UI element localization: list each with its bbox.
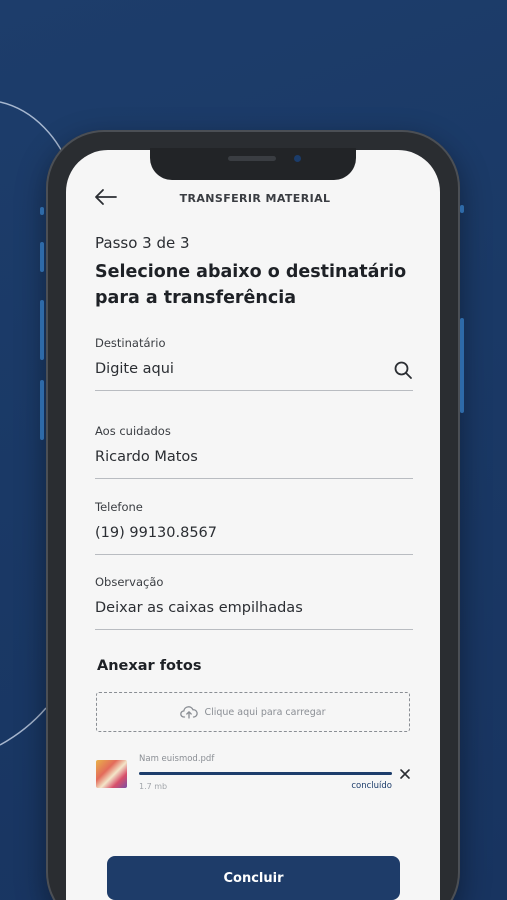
care-of-label: Aos cuidados	[95, 424, 171, 438]
field-underline	[95, 390, 413, 391]
attach-photos-title: Anexar fotos	[97, 658, 202, 674]
uploaded-file-item: Nam euismod.pdf 1.7 mb concluído	[96, 748, 416, 794]
phone-side-button	[460, 205, 464, 213]
notes-field[interactable]: Observação Deixar as caixas empilhadas	[95, 575, 413, 630]
field-underline	[95, 629, 413, 630]
phone-side-button	[40, 380, 44, 440]
phone-screen: TRANSFERIR MATERIAL Passo 3 de 3 Selecio…	[66, 150, 440, 900]
upload-status: concluído	[351, 781, 392, 791]
file-size: 1.7 mb	[139, 782, 168, 791]
file-name: Nam euismod.pdf	[139, 754, 215, 764]
recipient-field[interactable]: Destinatário Digite aqui	[95, 336, 413, 391]
close-icon	[400, 769, 410, 779]
phone-side-button	[40, 300, 44, 360]
phone-label: Telefone	[95, 500, 143, 514]
phone-side-button	[40, 242, 44, 272]
form-heading: Selecione abaixo o destinatário para a t…	[95, 262, 407, 308]
submit-button[interactable]: Concluir	[107, 856, 400, 900]
cloud-upload-icon	[180, 706, 199, 719]
upload-progress-fill	[139, 772, 392, 775]
field-underline	[95, 554, 413, 555]
app-header: TRANSFERIR MATERIAL	[66, 184, 440, 210]
upload-progress-bar	[139, 772, 392, 775]
recipient-input[interactable]: Digite aqui	[95, 358, 413, 380]
phone-field[interactable]: Telefone (19) 99130.8567	[95, 500, 413, 555]
dropzone-label: Clique aqui para carregar	[204, 706, 326, 718]
phone-input[interactable]: (19) 99130.8567	[95, 522, 413, 544]
care-of-input[interactable]: Ricardo Matos	[95, 446, 413, 468]
file-thumbnail	[96, 760, 127, 788]
phone-side-button	[460, 318, 464, 413]
phone-notch	[150, 148, 356, 180]
field-underline	[95, 478, 413, 479]
page-title: TRANSFERIR MATERIAL	[179, 192, 331, 205]
care-of-field[interactable]: Aos cuidados Ricardo Matos	[95, 424, 413, 479]
phone-speaker	[228, 156, 276, 161]
upload-dropzone[interactable]: Clique aqui para carregar	[96, 692, 410, 732]
search-icon[interactable]	[393, 360, 413, 380]
phone-side-button	[40, 207, 44, 215]
recipient-label: Destinatário	[95, 336, 166, 350]
notes-label: Observação	[95, 575, 164, 589]
step-indicator: Passo 3 de 3	[95, 234, 190, 252]
phone-camera	[294, 155, 301, 162]
remove-file-button[interactable]	[398, 766, 412, 780]
notes-input[interactable]: Deixar as caixas empilhadas	[95, 597, 413, 619]
